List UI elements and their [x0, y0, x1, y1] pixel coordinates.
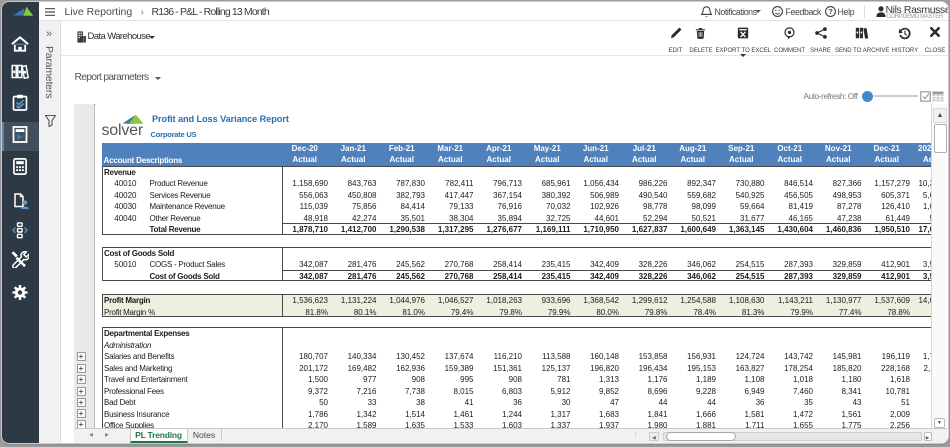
svg-text:?: ? [828, 7, 833, 16]
